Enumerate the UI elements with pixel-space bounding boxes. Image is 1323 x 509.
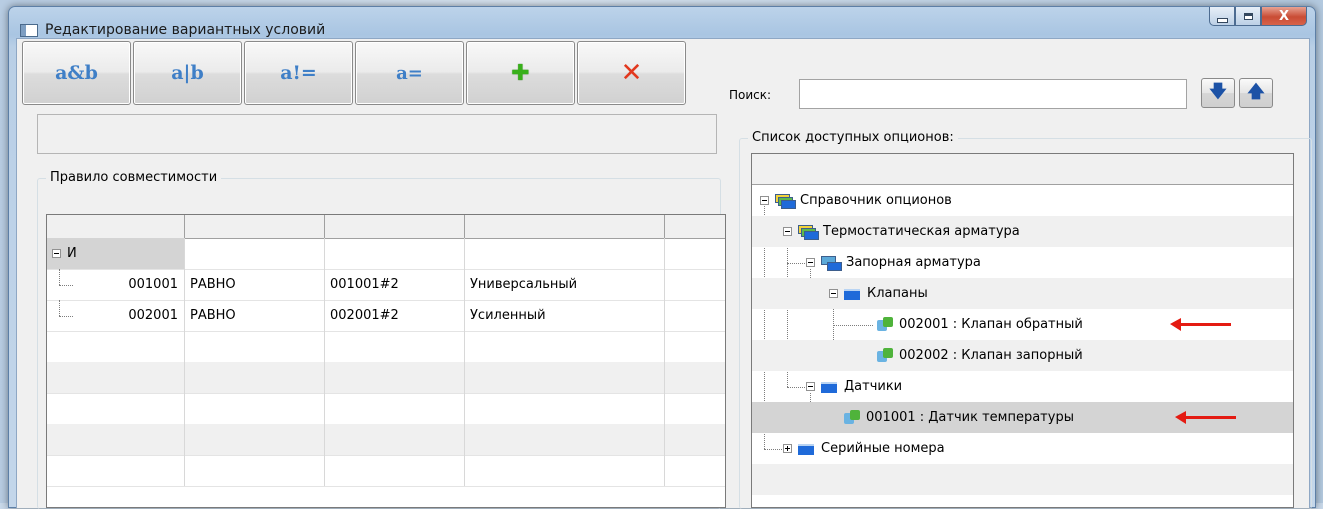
add-button[interactable]: ✚ xyxy=(466,41,575,105)
tree-item-label: Клапаны xyxy=(867,286,928,301)
window-title: Редактирование вариантных условий xyxy=(45,22,326,38)
rule-grid[interactable]: И 001001 РАВНО 001001#2 Универсальный 00… xyxy=(46,214,726,508)
close-button[interactable]: X xyxy=(1261,7,1307,26)
equal-button[interactable]: a= xyxy=(355,41,464,105)
dialog-window: Редактирование вариантных условий X a&b … xyxy=(8,6,1316,509)
collapse-icon[interactable] xyxy=(806,382,815,391)
maximize-icon xyxy=(1243,12,1253,20)
option-puzzle-icon xyxy=(877,348,894,363)
highlight-arrow-icon xyxy=(1175,411,1236,424)
empty-row xyxy=(752,464,1293,495)
rule-group-title: Правило совместимости xyxy=(46,170,222,185)
tree-item-label: Серийные номера xyxy=(821,441,945,456)
grid-header xyxy=(47,215,725,239)
folder-stack-icon xyxy=(798,224,819,240)
empty-row xyxy=(47,393,725,425)
search-next-button[interactable]: 🡇 xyxy=(1201,78,1235,108)
delete-x-icon: ✕ xyxy=(620,58,643,88)
search-previous-button[interactable]: 🡅 xyxy=(1239,78,1273,108)
table-row[interactable]: 001001 РАВНО 001001#2 Универсальный xyxy=(47,269,725,301)
collapse-icon[interactable] xyxy=(829,289,838,298)
table-row[interactable]: И xyxy=(47,238,725,270)
empty-row xyxy=(47,455,725,487)
dialog-client-area: a&b a|b a!= a= ✚ ✕ Правило совместимости xyxy=(16,38,1312,509)
grid-header-cell[interactable] xyxy=(185,215,325,238)
tree-item-option[interactable]: 002002 : Клапан запорный xyxy=(752,340,1293,371)
operator-toolbar: a&b a|b a!= a= ✚ ✕ xyxy=(22,41,686,105)
tree-item-sensors[interactable]: Датчики xyxy=(752,371,1293,402)
or-button[interactable]: a|b xyxy=(133,41,242,105)
arrow-up-icon: 🡅 xyxy=(1247,81,1265,102)
plus-icon: ✚ xyxy=(511,60,530,86)
condition-code[interactable]: 001001 xyxy=(47,269,185,300)
search-input[interactable] xyxy=(799,79,1187,109)
grid-header-cell[interactable] xyxy=(47,215,185,238)
search-label: Поиск: xyxy=(729,88,772,102)
tree-item-label: 001001 : Датчик температуры xyxy=(866,410,1074,425)
tree-item-label: 002002 : Клапан запорный xyxy=(899,348,1083,363)
tree-item-serial-numbers[interactable]: Серийные номера xyxy=(752,433,1293,464)
option-puzzle-icon xyxy=(844,410,861,425)
category-icon xyxy=(821,382,837,393)
empty-cell xyxy=(465,238,665,269)
condition-value[interactable]: 001001#2 xyxy=(325,269,465,300)
condition-operator[interactable]: РАВНО xyxy=(185,269,325,300)
empty-cell xyxy=(665,269,725,300)
maximize-button[interactable] xyxy=(1235,7,1261,26)
condition-description[interactable]: Усиленный xyxy=(465,300,665,331)
options-group-title: Список доступных опционов: xyxy=(748,130,958,145)
tree-item-valves[interactable]: Клапаны xyxy=(752,278,1293,309)
tree-item-label: Датчики xyxy=(844,379,903,394)
folder-stack-icon xyxy=(821,255,842,271)
delete-button[interactable]: ✕ xyxy=(577,41,686,105)
tree-item-thermostatic[interactable]: Термостатическая арматура xyxy=(752,216,1293,247)
tree-item-option-selected[interactable]: 001001 : Датчик температуры xyxy=(752,402,1293,433)
empty-row xyxy=(47,331,725,363)
empty-cell xyxy=(185,238,325,269)
collapse-icon[interactable] xyxy=(806,258,815,267)
category-icon xyxy=(844,289,860,300)
tree-item-label: 002001 : Клапан обратный xyxy=(899,317,1083,332)
tree-item-label: Запорная арматура xyxy=(846,255,981,270)
condition-description[interactable]: Универсальный xyxy=(465,269,665,300)
root-operator-label: И xyxy=(67,246,77,261)
condition-value[interactable]: 002001#2 xyxy=(325,300,465,331)
and-button[interactable]: a&b xyxy=(22,41,131,105)
arrow-down-icon: 🡇 xyxy=(1209,81,1227,102)
collapse-icon[interactable] xyxy=(52,249,61,258)
empty-cell xyxy=(665,300,725,331)
empty-row xyxy=(47,362,725,394)
empty-row xyxy=(47,424,725,456)
category-icon xyxy=(798,444,814,455)
folder-stack-icon xyxy=(775,193,796,209)
expression-field[interactable] xyxy=(37,114,717,154)
empty-cell xyxy=(325,238,465,269)
tree-item-label: Справочник опционов xyxy=(800,193,952,208)
options-tree[interactable]: Справочник опционов Термостатическая арм… xyxy=(751,153,1294,508)
highlight-arrow-icon xyxy=(1170,318,1231,331)
empty-cell xyxy=(665,238,725,269)
collapse-icon[interactable] xyxy=(783,227,792,236)
tree-item-label: Термостатическая арматура xyxy=(823,224,1020,239)
minimize-icon xyxy=(1216,17,1228,23)
table-row[interactable]: 002001 РАВНО 002001#2 Усиленный xyxy=(47,300,725,332)
minimize-button[interactable] xyxy=(1209,7,1235,26)
grid-header-cell[interactable] xyxy=(465,215,665,238)
not-equal-button[interactable]: a!= xyxy=(244,41,353,105)
option-puzzle-icon xyxy=(877,317,894,332)
tree-header xyxy=(752,154,1293,185)
condition-code[interactable]: 002001 xyxy=(47,300,185,331)
tree-item-options-catalog[interactable]: Справочник опционов xyxy=(752,185,1293,216)
caption-buttons: X xyxy=(1209,7,1307,27)
collapse-icon[interactable] xyxy=(760,196,769,205)
expand-icon[interactable] xyxy=(783,444,792,453)
condition-operator[interactable]: РАВНО xyxy=(185,300,325,331)
tree-item-option[interactable]: 002001 : Клапан обратный xyxy=(752,309,1293,340)
grid-header-cell[interactable] xyxy=(665,215,725,238)
grid-header-cell[interactable] xyxy=(325,215,465,238)
root-condition-cell[interactable]: И xyxy=(47,238,185,269)
tree-item-shutoff[interactable]: Запорная арматура xyxy=(752,247,1293,278)
window-icon xyxy=(20,24,38,37)
